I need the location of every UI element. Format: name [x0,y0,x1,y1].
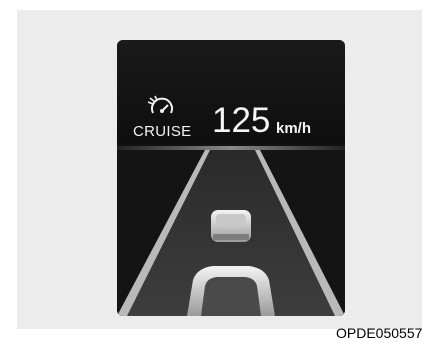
cruise-control-icon [147,95,173,114]
road-scene [117,150,345,316]
cruise-status-panel: CRUISE 125 km/h [117,40,345,144]
own-vehicle-icon [187,266,275,316]
lead-vehicle-icon [211,210,251,242]
speed-unit-label: km/h [276,120,312,137]
instrument-cluster-display: CRUISE 125 km/h [117,40,345,316]
set-speed-value: 125 [212,101,271,140]
image-code-caption: OPDE050557 [336,325,423,341]
cruise-mode-label: CRUISE [133,123,192,140]
